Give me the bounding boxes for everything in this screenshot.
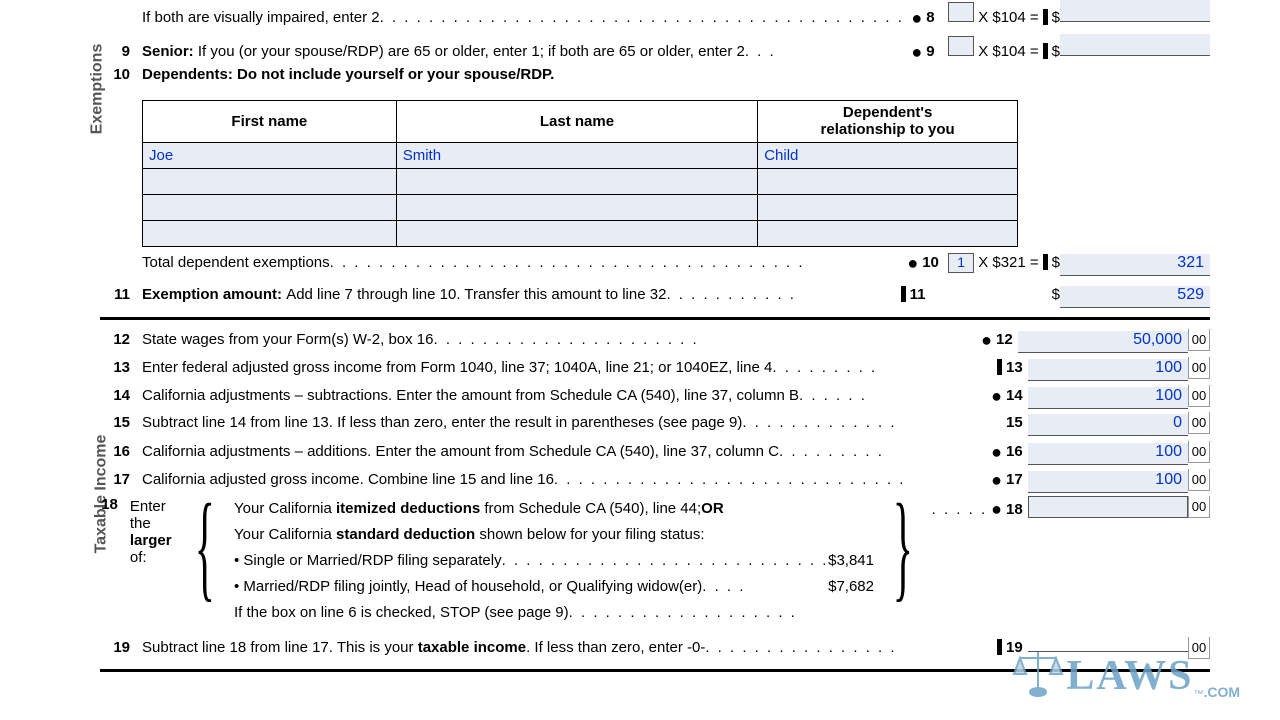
line11-amount[interactable]: 529 (1060, 286, 1210, 308)
scales-icon (1010, 644, 1066, 700)
table-row[interactable] (143, 169, 1018, 195)
line-8-fragment: If both are visually impaired, enter 2 .… (142, 0, 1210, 28)
line15-amount[interactable]: 0 (1028, 414, 1188, 436)
line16-amount[interactable]: 100 (1028, 443, 1188, 465)
line13-amount[interactable]: 100 (1028, 359, 1188, 381)
line-11: 11 Exemption amount: Add line 7 through … (100, 283, 1210, 311)
dep-header-rel: Dependent's relationship to you (758, 101, 1018, 143)
right-brace-icon: } (893, 496, 913, 596)
line-10-header: 10 Dependents: Do not include yourself o… (100, 66, 1210, 94)
line10-amount[interactable]: 321 (1060, 254, 1210, 276)
line15-cents: 00 (1188, 412, 1210, 434)
line8-count-box[interactable] (948, 2, 974, 22)
line14-amount[interactable]: 100 (1028, 387, 1188, 409)
table-row[interactable] (143, 221, 1018, 247)
watermark-logo: LAWS ™ .COM (1010, 644, 1240, 700)
line17-amount[interactable]: 100 (1028, 471, 1188, 493)
line-15: 15 Subtract line 14 from line 13. If les… (100, 412, 1210, 440)
dep-header-last: Last name (396, 101, 758, 143)
line-16: 16 California adjustments – additions. E… (100, 440, 1210, 468)
table-row[interactable] (143, 195, 1018, 221)
line-12: 12 State wages from your Form(s) W-2, bo… (100, 328, 1210, 356)
line18-amount[interactable] (1028, 496, 1188, 518)
dep-header-first: First name (143, 101, 397, 143)
line17-cents: 00 (1188, 469, 1210, 491)
line-13: 13 Enter federal adjusted gross income f… (100, 356, 1210, 384)
line12-amount[interactable]: 50,000 (1018, 331, 1188, 353)
line10-count-box[interactable]: 1 (948, 253, 974, 273)
line-18: 18 Enter the larger of: { Your Californi… (100, 496, 1210, 630)
table-row[interactable]: JoeSmithChild (143, 143, 1018, 169)
left-brace-icon: { (195, 496, 215, 596)
line13-cents: 00 (1188, 357, 1210, 379)
line-9: 9 Senior: If you (or your spouse/RDP) ar… (100, 34, 1210, 62)
line14-cents: 00 (1188, 385, 1210, 407)
line9-amount[interactable] (1060, 34, 1210, 56)
dependents-table: First name Last name Dependent's relatio… (142, 100, 1018, 247)
line12-cents: 00 (1188, 329, 1210, 351)
line-17: 17 California adjusted gross income. Com… (100, 468, 1210, 496)
line-14: 14 California adjustments – subtractions… (100, 384, 1210, 412)
line16-cents: 00 (1188, 441, 1210, 463)
line8-amount[interactable] (1060, 0, 1210, 22)
line-10-total: Total dependent exemptions . . . . . . .… (142, 251, 1210, 279)
line18-cents: 00 (1188, 496, 1210, 518)
line9-count-box[interactable] (948, 36, 974, 56)
